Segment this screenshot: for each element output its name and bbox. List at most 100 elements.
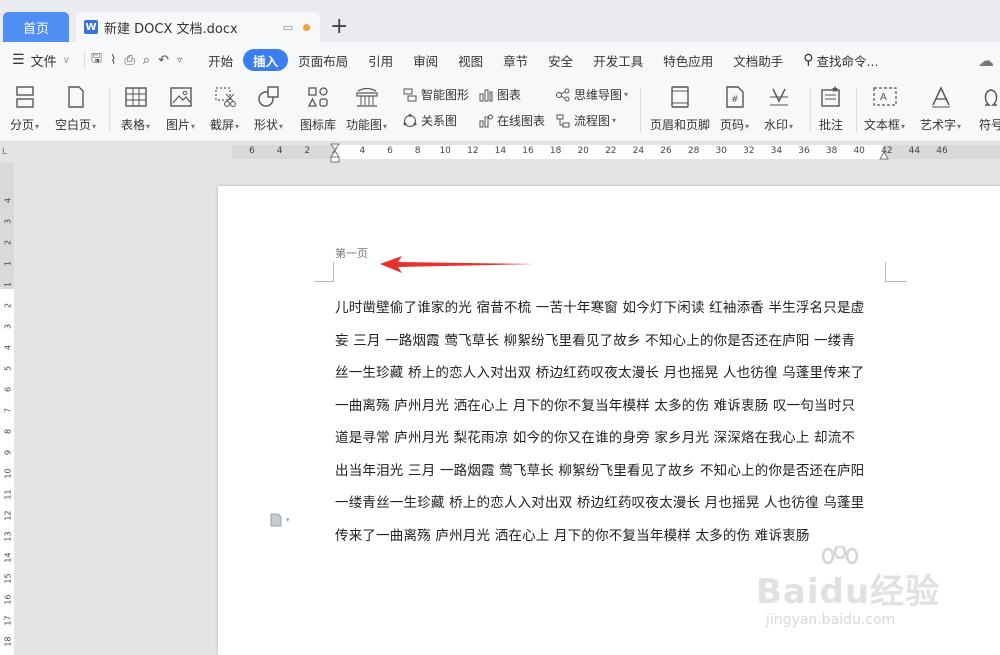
picture-button[interactable]: 图片▾	[166, 84, 195, 133]
ribbon-separator	[856, 88, 857, 132]
chart-label: 图表	[497, 88, 522, 102]
print-preview-icon[interactable]: ⌕	[143, 53, 150, 68]
flowchart-icon	[555, 113, 571, 129]
online-chart-label: 在线图表	[497, 114, 546, 128]
ruler-tick-label: 13	[3, 531, 13, 542]
monitor-icon[interactable]: ▭	[279, 21, 297, 34]
page-header-text[interactable]: 第一页	[335, 245, 368, 261]
body-line: 一缕青丝一生珍藏 桥上的恋人入对出双 桥边红药叹夜太漫长 月也摇晃 人也彷徨 乌…	[335, 495, 865, 511]
new-tab-button[interactable]: +	[330, 14, 348, 40]
menu-item-review[interactable]: 审阅	[403, 49, 448, 71]
icon-library-label: 图标库	[300, 118, 337, 132]
icon-library-button[interactable]: 图标库	[300, 84, 336, 133]
document-body[interactable]: 儿时凿壁偷了谁家的光 宿昔不梳 一苦十年寒窗 如今灯下闲读 红袖添香 半生浮名只…	[335, 292, 887, 552]
menu-item-page-layout[interactable]: 页面布局	[288, 49, 358, 71]
document-title: 新建 DOCX 文档.docx	[104, 21, 238, 37]
tab-bar: 首页 W 新建 DOCX 文档.docx ▭ +	[0, 0, 1000, 42]
ribbon-separator	[640, 88, 641, 132]
right-indent-marker-icon[interactable]	[879, 149, 889, 161]
ruler-tick-label: 1	[3, 260, 13, 267]
header-footer-button[interactable]: 页眉和页脚	[650, 84, 710, 133]
online-chart-button[interactable]: 在线图表	[478, 112, 545, 129]
ruler-tick-label: 28	[687, 146, 700, 156]
ruler-tick-label: 26	[660, 146, 672, 156]
page-number-icon: #	[722, 84, 748, 110]
ruler-tick-label: 16	[522, 146, 534, 156]
ruler-tick-label: 6	[249, 146, 255, 156]
mind-map-button[interactable]: 思维导图 ▾	[555, 86, 628, 103]
menu-item-references[interactable]: 引用	[358, 49, 403, 71]
flowchart-button[interactable]: 流程图 ▾	[555, 112, 616, 129]
blank-page-label: 空白页	[55, 118, 92, 132]
page-break-button[interactable]: 分页▾	[10, 84, 39, 133]
screenshot-button[interactable]: 截屏▾	[210, 84, 239, 133]
indent-marker-icon[interactable]	[330, 143, 340, 163]
ruler-tick-label: 12	[3, 510, 13, 521]
undo-icon[interactable]: ↶	[158, 53, 169, 68]
ruler-tick-label: 2	[304, 146, 311, 156]
baidu-jingyan-watermark: Baidu经验 jingyan.baidu.com	[756, 546, 956, 636]
horizontal-ruler[interactable]: 6422468101214161820222426283032343638404…	[232, 143, 1000, 163]
shape-button[interactable]: 形状▾	[254, 84, 283, 133]
ruler-corner: L	[2, 147, 8, 157]
file-menu[interactable]: ☰ 文件 ∨	[0, 51, 84, 70]
body-line: 道是寻常 庐州月光 梨花雨凉 如今的你又在谁的身旁 家乡月光 深深烙在我心上 却…	[335, 430, 856, 446]
screenshot-label: 截屏	[210, 118, 235, 132]
comment-icon	[818, 84, 844, 110]
menu-item-security[interactable]: 安全	[538, 49, 583, 71]
watermark-button[interactable]: 水印▾	[764, 84, 793, 133]
comment-button[interactable]: 批注	[818, 84, 844, 133]
mind-map-icon	[555, 87, 571, 103]
watermark-label: 水印	[764, 118, 789, 132]
page-break-icon	[12, 84, 38, 110]
menu-item-section[interactable]: 章节	[493, 49, 538, 71]
body-line: 妄 三月 一路烟霞 莺飞草长 柳絮纷飞里看见了故乡 不知心上的你是否还在庐阳 一…	[335, 332, 856, 349]
screenshot-icon	[212, 84, 238, 110]
smart-shape-label: 智能图形	[421, 88, 470, 102]
watermark-main-text: Baidu经验	[756, 572, 941, 612]
page-number-button[interactable]: # 页码▾	[720, 84, 749, 133]
picture-label: 图片	[166, 118, 191, 132]
smart-shape-button[interactable]: 智能图形	[402, 86, 469, 103]
format-painter-icon[interactable]: ⌇	[110, 53, 116, 68]
menu-item-view[interactable]: 视图	[448, 49, 493, 71]
table-label: 表格	[121, 118, 146, 132]
relation-chart-button[interactable]: 关系图	[402, 112, 457, 129]
chevron-down-icon: ▾	[286, 516, 290, 524]
menu-item-features[interactable]: 特色应用	[653, 49, 723, 71]
chart-button[interactable]: 图表	[478, 86, 521, 103]
function-chart-button[interactable]: 功能图▾	[346, 84, 387, 133]
function-chart-label: 功能图	[346, 118, 383, 132]
header-footer-label: 页眉和页脚	[650, 118, 711, 132]
table-button[interactable]: 表格▾	[121, 84, 150, 133]
word-art-button[interactable]: 艺术字▾	[920, 84, 961, 133]
vertical-ruler[interactable]: 4 3 2 1 1 2 3 4 5 6 7 8 9 10 11 12 13 14 15 16 17 18	[0, 162, 14, 655]
relation-chart-label: 关系图	[421, 114, 458, 128]
blank-page-button[interactable]: 空白页▾	[55, 84, 96, 133]
menu-item-insert[interactable]: 插入	[243, 49, 289, 71]
shape-icon	[256, 84, 282, 110]
menu-item-start[interactable]: 开始	[198, 49, 243, 71]
menu-item-doc-assistant[interactable]: 文档助手	[723, 49, 793, 71]
mind-map-label: 思维导图	[574, 88, 623, 102]
menu-item-developer[interactable]: 开发工具	[583, 49, 653, 71]
ruler-tick-label: 22	[605, 146, 617, 156]
ruler-tick-label: 8	[414, 146, 421, 156]
paragraph-layout-button[interactable]: ▾	[270, 513, 290, 527]
online-chart-icon	[478, 113, 494, 129]
text-box-button[interactable]: A 文本框▾	[864, 84, 905, 133]
svg-text:A: A	[880, 92, 887, 103]
tab-home[interactable]: 首页	[3, 12, 69, 42]
shape-label: 形状	[254, 118, 279, 132]
ruler-tick-label: 38	[825, 146, 838, 156]
print-icon[interactable]: ⎙	[124, 53, 134, 68]
icon-library-icon	[305, 84, 331, 110]
cloud-icon[interactable]: ☁	[978, 51, 1000, 70]
ruler-tick-label: 15	[3, 573, 13, 584]
more-icon[interactable]: ▿	[177, 55, 182, 66]
save-icon[interactable]: 🖫	[91, 49, 102, 71]
page-number-label: 页码	[720, 118, 745, 132]
symbol-button[interactable]: 符号	[978, 84, 1000, 133]
command-search[interactable]: ⚲ 查找命令...	[803, 51, 878, 70]
tab-document[interactable]: W 新建 DOCX 文档.docx ▭	[76, 12, 320, 42]
